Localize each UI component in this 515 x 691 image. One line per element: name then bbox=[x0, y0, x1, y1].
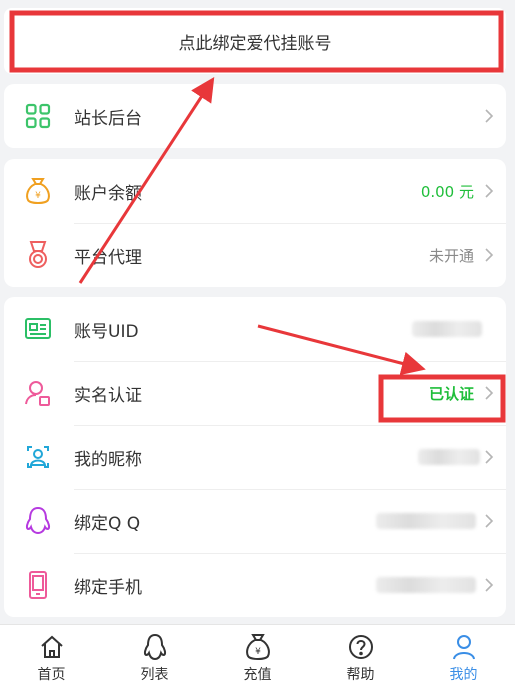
account-card: ¥ 账户余额 0.00 元 平台代理 未开通 bbox=[4, 159, 506, 287]
balance-value: 0.00 元 bbox=[420, 182, 474, 201]
row-site-admin[interactable]: 站长后台 bbox=[4, 84, 506, 148]
row-account-uid[interactable]: 账号UID bbox=[4, 297, 506, 361]
money-bag-icon: ¥ bbox=[245, 633, 270, 660]
profile-card: 账号UID 实名认证 已认证 我的昵称 绑定Q Q 绑定手机 bbox=[4, 297, 506, 617]
bottom-tab-bar: 首页 列表 ¥ 充值 帮助 我的 bbox=[0, 624, 515, 691]
row-label: 账户余额 bbox=[74, 183, 142, 204]
row-balance[interactable]: ¥ 账户余额 0.00 元 bbox=[4, 159, 506, 223]
user-icon bbox=[452, 634, 475, 659]
home-icon bbox=[40, 635, 63, 658]
row-bind-qq[interactable]: 绑定Q Q bbox=[4, 489, 506, 553]
tab-recharge[interactable]: ¥ 充值 bbox=[206, 625, 309, 691]
help-icon bbox=[348, 634, 373, 659]
bind-account-banner[interactable]: 点此绑定爱代挂账号 bbox=[4, 8, 506, 74]
chevron-right-icon bbox=[485, 386, 494, 400]
chevron-right-icon bbox=[485, 450, 494, 464]
chevron-right-icon bbox=[485, 109, 494, 123]
penguin-icon bbox=[143, 633, 166, 660]
qq-penguin-icon bbox=[23, 506, 53, 536]
svg-text:¥: ¥ bbox=[255, 647, 261, 657]
grid-icon bbox=[23, 101, 53, 131]
phone-icon bbox=[23, 570, 53, 600]
agent-status-value: 未开通 bbox=[428, 246, 474, 265]
medal-icon bbox=[23, 240, 53, 270]
bind-account-text: 点此绑定爱代挂账号 bbox=[178, 33, 332, 54]
tab-label: 我的 bbox=[449, 666, 478, 683]
tab-help[interactable]: 帮助 bbox=[309, 625, 412, 691]
tab-label: 帮助 bbox=[346, 666, 375, 683]
row-label: 实名认证 bbox=[74, 385, 142, 406]
nickname-redacted-value bbox=[418, 449, 480, 465]
row-bind-phone[interactable]: 绑定手机 bbox=[4, 553, 506, 617]
row-label: 站长后台 bbox=[74, 108, 142, 129]
qq-redacted-value bbox=[376, 513, 476, 529]
tab-label: 列表 bbox=[140, 666, 169, 683]
tab-list[interactable]: 列表 bbox=[103, 625, 206, 691]
chevron-right-icon bbox=[485, 578, 494, 592]
row-agent[interactable]: 平台代理 未开通 bbox=[4, 223, 506, 287]
row-label: 绑定手机 bbox=[74, 577, 142, 598]
user-verify-icon bbox=[23, 378, 53, 408]
row-nickname[interactable]: 我的昵称 bbox=[4, 425, 506, 489]
uid-redacted-value bbox=[412, 321, 482, 337]
chevron-right-icon bbox=[485, 514, 494, 528]
tab-label: 首页 bbox=[37, 666, 66, 683]
id-card-icon bbox=[23, 314, 53, 344]
row-label: 账号UID bbox=[74, 321, 139, 342]
money-bag-icon: ¥ bbox=[23, 176, 53, 206]
chevron-right-icon bbox=[485, 184, 494, 198]
phone-redacted-value bbox=[376, 577, 476, 593]
row-label: 我的昵称 bbox=[74, 449, 142, 470]
tab-home[interactable]: 首页 bbox=[0, 625, 103, 691]
verify-status-value: 已认证 bbox=[428, 384, 474, 403]
chevron-right-icon bbox=[485, 248, 494, 262]
row-label: 绑定Q Q bbox=[74, 513, 141, 534]
tab-label: 充值 bbox=[243, 666, 272, 683]
svg-text:¥: ¥ bbox=[35, 191, 41, 201]
tab-mine[interactable]: 我的 bbox=[412, 625, 515, 691]
profile-frame-icon bbox=[23, 442, 53, 472]
row-real-name-verify[interactable]: 实名认证 已认证 bbox=[4, 361, 506, 425]
admin-card: 站长后台 bbox=[4, 84, 506, 148]
row-label: 平台代理 bbox=[74, 247, 142, 268]
